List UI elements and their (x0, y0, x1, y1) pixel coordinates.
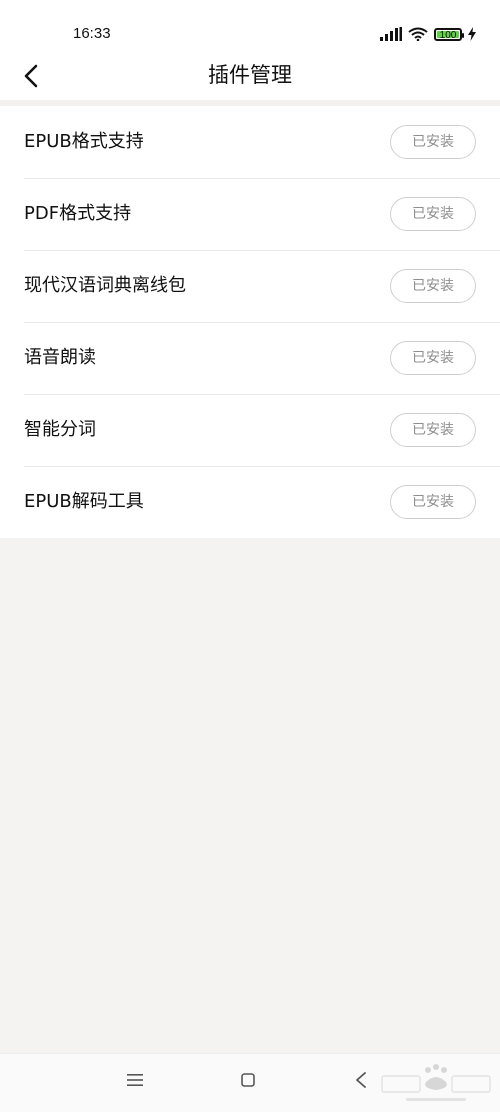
plugin-name: EPUB格式支持 (24, 131, 144, 152)
installed-button[interactable]: 已安装 (390, 197, 476, 231)
plugin-row: 智能分词 已安装 (0, 394, 500, 466)
installed-button[interactable]: 已安装 (390, 413, 476, 447)
plugin-name: 语音朗读 (24, 347, 96, 368)
charging-icon (468, 27, 476, 41)
watermark-logo (381, 1064, 491, 1101)
plugin-list: EPUB格式支持 已安装 PDF格式支持 已安装 现代汉语词典离线包 已安装 语… (0, 106, 500, 538)
menu-icon[interactable] (127, 1073, 143, 1087)
back-icon[interactable] (354, 1071, 368, 1089)
battery-icon: 100 (434, 27, 464, 41)
plugin-name: EPUB解码工具 (24, 491, 144, 512)
plugin-row: PDF格式支持 已安装 (0, 178, 500, 250)
battery-tip (462, 32, 464, 38)
home-icon[interactable] (241, 1073, 255, 1087)
plugin-name: PDF格式支持 (24, 203, 132, 224)
plugin-name: 智能分词 (24, 419, 96, 440)
signal-icon (380, 27, 402, 41)
plugin-row: EPUB格式支持 已安装 (0, 106, 500, 178)
page-header: 插件管理 (0, 52, 500, 100)
wifi-icon (408, 27, 428, 41)
status-bar: 16:33 100 (0, 0, 500, 52)
battery-level: 100 (439, 29, 457, 41)
installed-button[interactable]: 已安装 (390, 269, 476, 303)
plugin-name: 现代汉语词典离线包 (24, 275, 186, 296)
installed-button[interactable]: 已安装 (390, 341, 476, 375)
installed-button[interactable]: 已安装 (390, 485, 476, 519)
status-icons: 100 (380, 25, 476, 43)
installed-button[interactable]: 已安装 (390, 125, 476, 159)
plugin-row: EPUB解码工具 已安装 (0, 466, 500, 538)
plugin-row: 现代汉语词典离线包 已安装 (0, 250, 500, 322)
plugin-row: 语音朗读 已安装 (0, 322, 500, 394)
status-time: 16:33 (73, 25, 111, 42)
page-title: 插件管理 (208, 63, 292, 87)
